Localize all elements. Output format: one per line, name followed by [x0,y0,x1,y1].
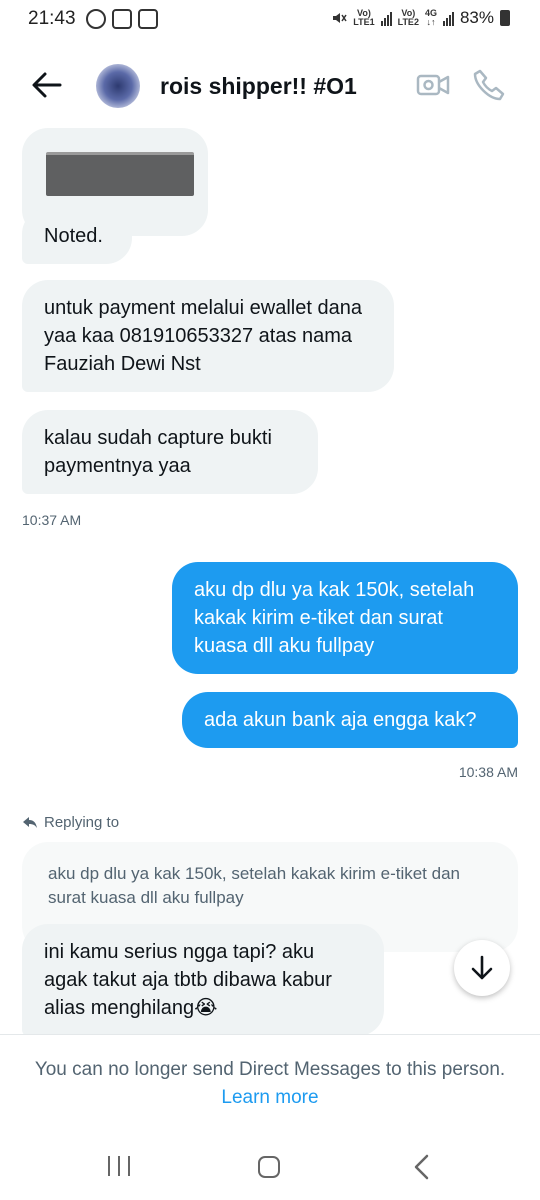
do-not-disturb-icon [86,9,106,29]
recent-apps-icon[interactable] [108,1156,130,1176]
gallery-icon [138,9,158,29]
replying-to-header: Replying to [22,814,119,831]
mute-icon [333,13,347,23]
dm-disabled-text: You can no longer send Direct Messages t… [34,1059,506,1080]
battery-icon [500,10,510,26]
network-type: 4G ↓↑ [424,8,437,27]
back-arrow-icon[interactable] [30,68,64,102]
message-bubble-outgoing[interactable]: aku dp dlu ya kak 150k, setelah kakak ki… [172,562,518,674]
avatar[interactable] [96,64,140,108]
home-icon[interactable] [258,1156,280,1178]
video-call-icon[interactable] [416,70,450,100]
conversation-header: rois shipper!! #O1 [0,50,540,122]
redacted-image[interactable] [46,152,194,196]
message-bubble-incoming[interactable]: ini kamu serius ngga tapi? aku agak taku… [22,924,384,1034]
scroll-to-bottom-button[interactable] [454,940,510,996]
replying-to-label: Replying to [44,814,120,831]
reply-arrow-icon [23,816,37,828]
message-bubble-incoming[interactable]: Noted. [22,208,132,264]
dm-disabled-notice: You can no longer send Direct Messages t… [0,1034,540,1130]
network-label-2: LTE2 [397,17,419,27]
learn-more-link[interactable]: Learn more [0,1087,540,1109]
arrow-down-icon [471,955,493,980]
message-bubble-incoming[interactable]: untuk payment melalui ewallet dana yaa k… [22,280,394,392]
signal-icon-1 [380,10,392,26]
phone-call-icon[interactable] [472,68,506,102]
message-timestamp: 10:37 AM [22,512,82,528]
system-nav-bar [0,1132,540,1200]
message-bubble-incoming[interactable]: kalau sudah capture bukti paymentnya yaa [22,410,318,494]
message-list[interactable]: Noted. untuk payment melalui ewallet dan… [0,122,540,1034]
conversation-title[interactable]: rois shipper!! #O1 [160,73,357,100]
status-time: 21:43 [28,8,76,29]
battery-percent: 83% [459,8,494,27]
network-label-1: LTE1 [353,17,375,27]
instagram-icon [112,9,132,29]
signal-icon-2 [442,10,454,26]
message-bubble-outgoing[interactable]: ada akun bank aja engga kak? [182,692,518,748]
nav-back-icon[interactable] [412,1154,432,1180]
message-timestamp: 10:38 AM [458,764,518,780]
status-bar: 21:43 Vo) LTE1 Vo) LTE2 4G ↓↑ 83% [0,0,540,40]
